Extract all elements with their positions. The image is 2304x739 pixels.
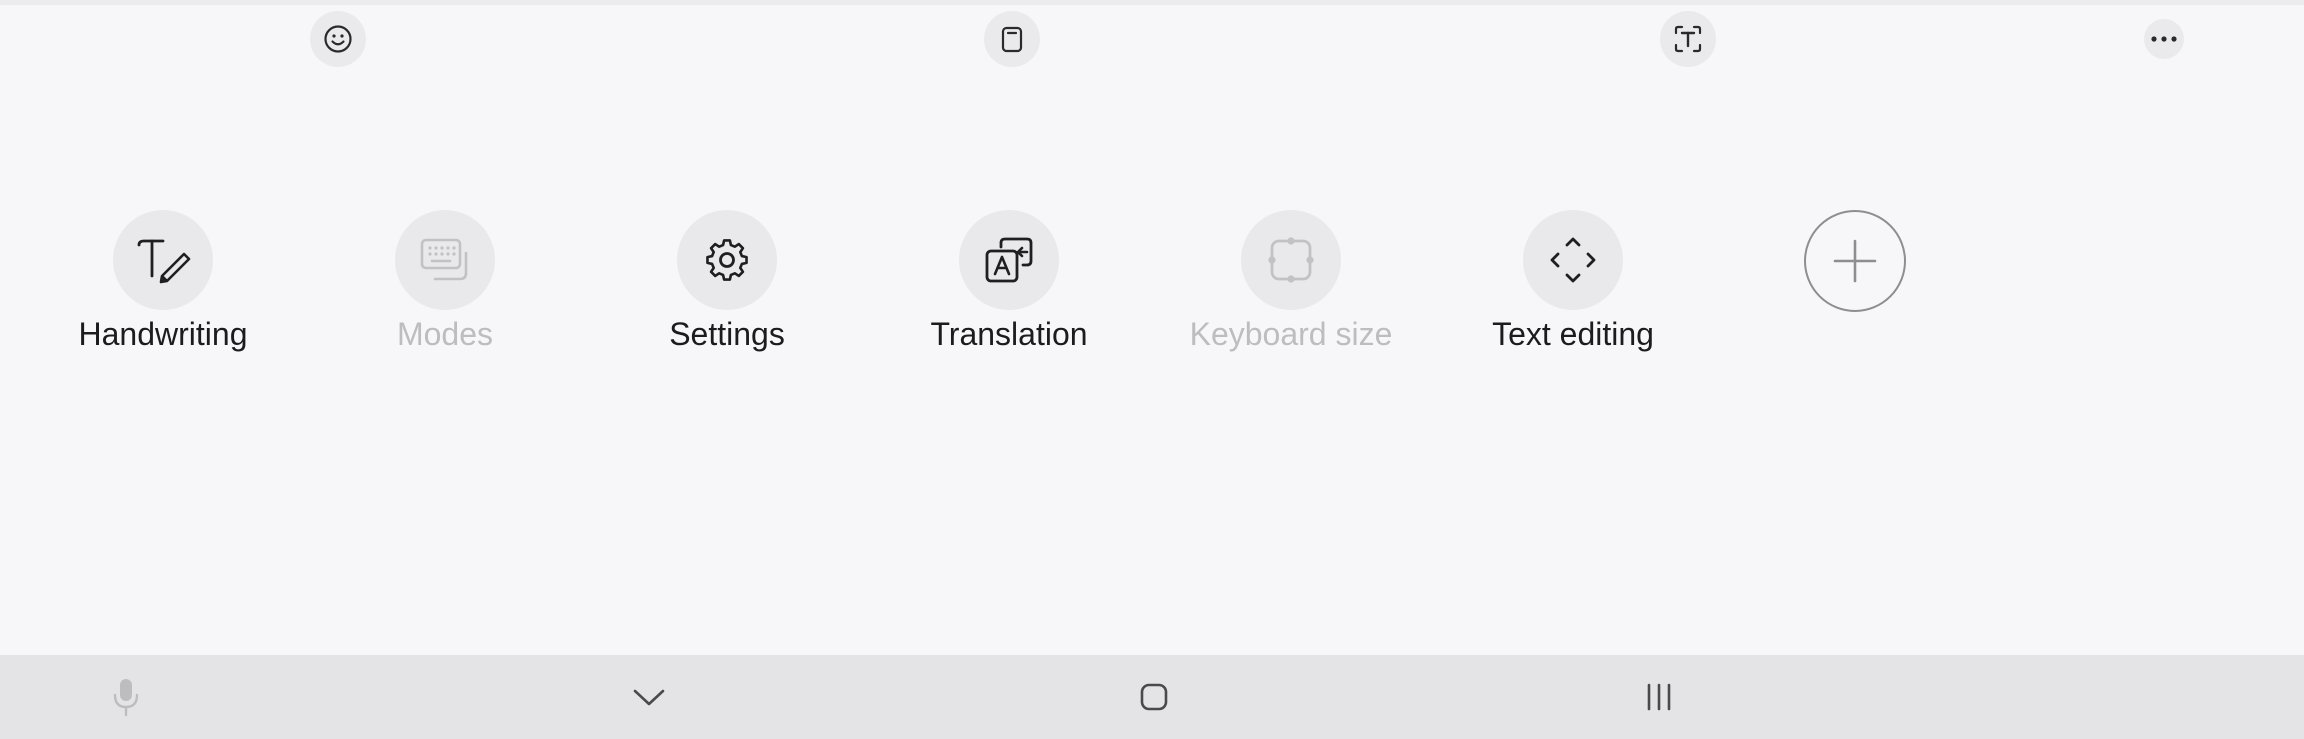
recent-apps-button[interactable]	[1629, 669, 1689, 725]
translate-icon	[985, 237, 1033, 283]
tile-translation-label: Translation	[930, 316, 1088, 352]
emoji-button[interactable]	[310, 11, 366, 67]
clipboard-button[interactable]	[984, 11, 1040, 67]
plus-icon	[1833, 239, 1877, 283]
tile-text-editing-label: Text editing	[1492, 316, 1654, 352]
tile-handwriting-label: Handwriting	[78, 316, 248, 352]
chevron-down-icon	[633, 689, 665, 706]
recent-apps-icon	[1647, 683, 1671, 711]
emoji-icon	[324, 25, 352, 53]
add-tile-circle[interactable]	[1804, 210, 1906, 312]
tile-settings[interactable]: Settings	[597, 210, 857, 356]
tile-text-editing[interactable]: Text editing	[1443, 210, 1703, 356]
microphone-icon	[113, 679, 139, 717]
text-extract-icon	[1674, 25, 1702, 53]
navigation-bar	[0, 655, 2304, 739]
tile-translation[interactable]: Translation	[879, 210, 1139, 356]
clipboard-icon	[1001, 26, 1023, 53]
tile-text-editing-circle	[1523, 210, 1623, 310]
handwriting-icon	[137, 239, 191, 284]
tile-keyboard-size-circle	[1241, 210, 1341, 310]
tile-keyboard-size-label: Keyboard size	[1189, 316, 1393, 352]
tile-modes: Modes	[315, 210, 575, 356]
gear-icon	[706, 239, 748, 281]
tile-handwriting[interactable]: Handwriting	[33, 210, 293, 356]
voice-input-button[interactable]	[96, 669, 156, 725]
tile-modes-circle	[395, 210, 495, 310]
text-extract-button[interactable]	[1660, 11, 1716, 67]
tile-settings-label: Settings	[669, 316, 785, 352]
tile-modes-label: Modes	[396, 316, 494, 352]
home-icon	[1140, 683, 1168, 711]
home-button[interactable]	[1124, 669, 1184, 725]
keyboard-modes-icon	[420, 238, 468, 281]
hide-keyboard-button[interactable]	[619, 669, 679, 725]
top-edge-divider	[0, 0, 2304, 5]
tile-translation-circle	[959, 210, 1059, 310]
resize-icon	[1268, 237, 1314, 283]
more-options-button[interactable]	[2144, 19, 2184, 59]
tile-settings-circle	[677, 210, 777, 310]
more-options-icon	[2151, 36, 2177, 42]
add-tile-button[interactable]	[1725, 210, 1985, 312]
text-editing-icon	[1550, 237, 1596, 283]
tile-handwriting-circle	[113, 210, 213, 310]
tile-keyboard-size: Keyboard size	[1161, 210, 1421, 356]
